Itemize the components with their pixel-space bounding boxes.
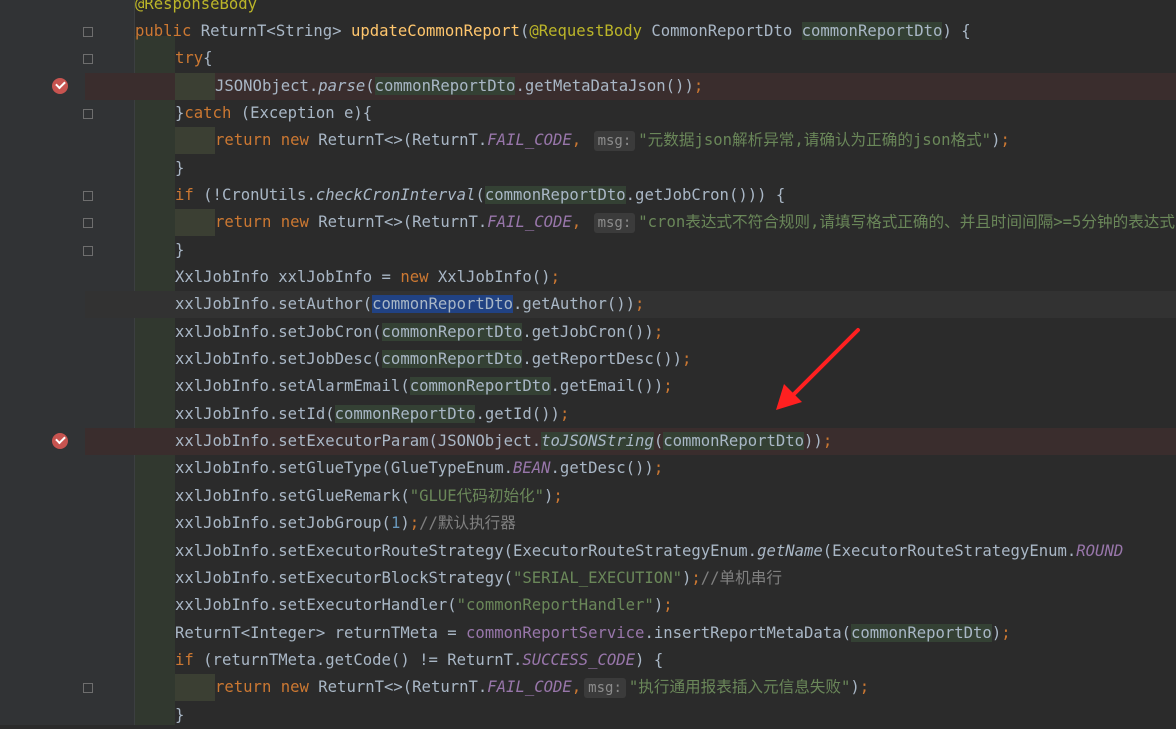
annotation-arrow: [776, 328, 860, 410]
arrow-shaft: [788, 328, 860, 400]
